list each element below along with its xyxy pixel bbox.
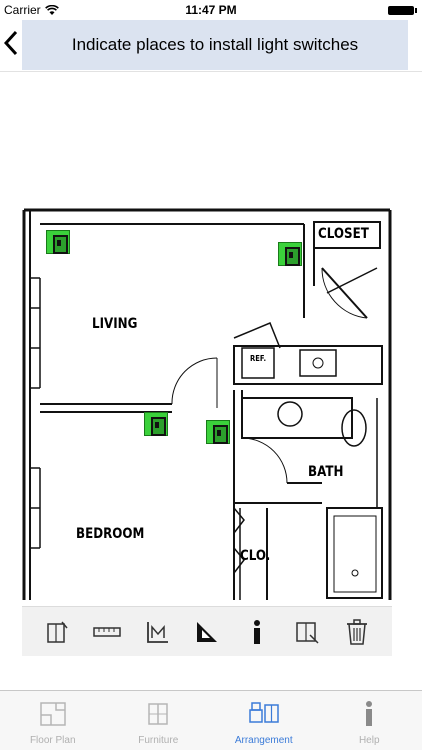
tab-arrangement[interactable]: Arrangement	[211, 691, 317, 750]
add-door-icon	[47, 621, 68, 643]
resize-button[interactable]	[291, 616, 323, 648]
floor-plan-icon	[40, 702, 66, 726]
measure-angle-icon	[147, 621, 168, 643]
set-square-button[interactable]	[191, 616, 223, 648]
info-button[interactable]	[241, 616, 273, 648]
tool-bar	[22, 606, 392, 656]
light-switch-marker[interactable]	[206, 420, 230, 444]
floor-plan[interactable]: CLOSET LIVING REF. BATH BEDROOM CLO.	[22, 208, 392, 600]
nav-bar: Indicate places to install light switche…	[0, 20, 422, 72]
measure-angle-button[interactable]	[141, 616, 173, 648]
room-label-bath: BATH	[308, 464, 344, 480]
room-label-living: LIVING	[92, 316, 138, 332]
tab-label: Furniture	[138, 735, 179, 746]
arrangement-icon	[249, 702, 279, 723]
chevron-left-icon	[3, 30, 18, 56]
tab-furniture[interactable]: Furniture	[106, 691, 212, 750]
room-label-clo: CLO.	[240, 548, 271, 564]
light-switch-marker[interactable]	[144, 412, 168, 436]
set-square-icon	[197, 621, 217, 642]
tab-floor-plan[interactable]: Floor Plan	[0, 691, 106, 750]
light-switch-marker[interactable]	[46, 230, 70, 254]
delete-button[interactable]	[341, 616, 373, 648]
info-icon	[254, 619, 260, 644]
tab-bar: Floor Plan Furniture Arrangement Help	[0, 690, 422, 750]
tab-label: Help	[358, 735, 380, 746]
room-label-ref: REF.	[250, 354, 267, 363]
resize-icon	[296, 621, 319, 644]
trash-icon	[347, 618, 367, 645]
ruler-button[interactable]	[91, 616, 123, 648]
instruction-banner: Indicate places to install light switche…	[22, 20, 408, 70]
light-switch-marker[interactable]	[278, 242, 302, 266]
tab-help[interactable]: Help	[317, 691, 422, 750]
tab-label: Arrangement	[234, 735, 293, 746]
add-door-button[interactable]	[41, 616, 73, 648]
furniture-icon	[148, 703, 168, 725]
help-info-icon	[366, 701, 373, 726]
tab-label: Floor Plan	[29, 735, 76, 746]
back-button[interactable]	[3, 30, 24, 60]
battery-icon	[388, 6, 417, 15]
status-time: 11:47 PM	[185, 3, 237, 17]
room-label-bedroom: BEDROOM	[76, 526, 145, 542]
status-bar: Carrier 11:47 PM	[0, 0, 422, 20]
room-label-closet: CLOSET	[318, 226, 369, 242]
ruler-icon	[93, 626, 121, 637]
